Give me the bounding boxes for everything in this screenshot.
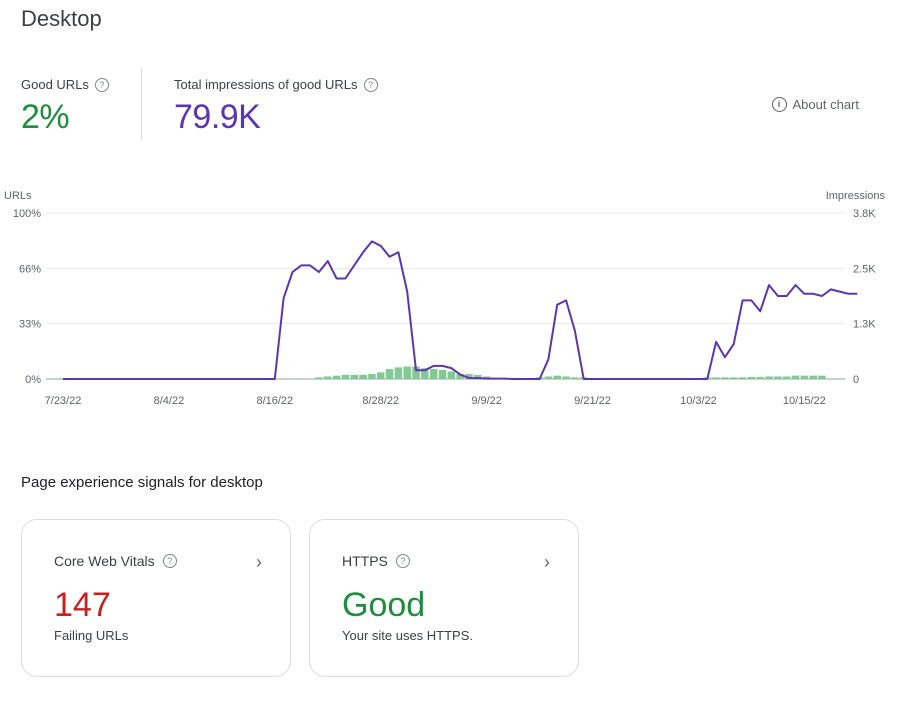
x-tick-label: 8/4/22	[154, 395, 185, 407]
metric-divider	[141, 68, 142, 140]
x-tick-label: 9/9/22	[471, 395, 502, 407]
chevron-right-icon: ›	[544, 552, 550, 572]
bar	[553, 375, 561, 379]
y-tick-label-left: 0%	[25, 374, 41, 386]
bar	[341, 374, 350, 379]
bar	[385, 369, 394, 379]
bar	[721, 377, 729, 379]
about-chart-label: About chart	[792, 97, 860, 112]
help-icon[interactable]: ?	[162, 554, 177, 568]
card-title: Core Web Vitals	[54, 553, 155, 569]
x-tick-label: 10/15/22	[783, 395, 826, 407]
bar	[774, 376, 782, 379]
help-icon[interactable]: ?	[94, 77, 109, 92]
bar	[447, 371, 456, 379]
bar	[376, 372, 385, 379]
bar	[394, 367, 403, 379]
y-axis-right-title: Impressions	[826, 190, 886, 202]
bar	[315, 377, 323, 379]
card-subtitle: Your site uses HTTPS.	[342, 628, 474, 643]
bar	[350, 374, 358, 379]
help-icon[interactable]: ?	[395, 554, 410, 568]
good-urls-label: Good URLs	[21, 77, 89, 92]
chevron-right-icon: ›	[256, 552, 262, 572]
bar	[818, 375, 826, 379]
bar	[738, 377, 747, 379]
card-value: Good	[342, 586, 426, 624]
good-urls-metric: Good URLs ? 2%	[21, 77, 109, 137]
bar	[765, 376, 773, 379]
card-subtitle: Failing URLs	[54, 628, 129, 643]
x-tick-label: 8/16/22	[256, 395, 293, 407]
section-title: Page experience signals for desktop	[21, 474, 263, 491]
y-tick-label-left: 100%	[13, 208, 41, 220]
x-tick-label: 10/3/22	[680, 395, 717, 407]
bar	[359, 374, 367, 379]
card-title: HTTPS	[342, 553, 388, 569]
bar	[324, 376, 332, 379]
x-tick-label: 9/21/22	[574, 395, 611, 407]
about-chart-button[interactable]: i About chart	[771, 97, 860, 112]
https-card[interactable]: HTTPS ? › Good Your site uses HTTPS.	[309, 519, 579, 677]
bar	[544, 376, 553, 379]
bar	[368, 374, 376, 379]
bar	[729, 377, 738, 379]
y-tick-label-right: 3.8K	[853, 208, 876, 220]
core-web-vitals-card[interactable]: Core Web Vitals ? › 147 Failing URLs	[21, 519, 291, 677]
card-value: 147	[54, 586, 111, 624]
performance-chart: URLs Impressions 100% 3.8K 66% 2.5K 33% 1.3K 0% 0…	[4, 190, 886, 407]
bar	[571, 377, 579, 379]
impressions-value: 79.9K	[174, 98, 261, 136]
y-tick-label-right: 1.3K	[853, 319, 876, 331]
page-title: Desktop	[21, 6, 102, 31]
bar	[403, 366, 411, 379]
bar	[712, 377, 720, 379]
impressions-metric: Total impressions of good URLs ? 79.9K	[174, 77, 378, 137]
y-tick-label-left: 66%	[19, 263, 41, 275]
y-tick-label-left: 33%	[19, 319, 41, 331]
good-urls-value: 2%	[21, 98, 70, 136]
bar	[791, 375, 800, 379]
impressions-line	[63, 240, 858, 380]
bar	[438, 369, 447, 379]
bar	[782, 376, 791, 379]
x-tick-label: 8/28/22	[362, 395, 399, 407]
bar	[756, 377, 764, 379]
bar	[429, 369, 438, 379]
y-axis-left-title: URLs	[4, 190, 32, 202]
impressions-label: Total impressions of good URLs	[174, 77, 358, 92]
info-icon: i	[771, 97, 787, 112]
bar	[800, 375, 809, 379]
bar	[332, 375, 341, 379]
y-tick-label-right: 0	[853, 374, 859, 386]
x-tick-label: 7/23/22	[45, 395, 82, 407]
bar	[809, 375, 817, 379]
bar	[747, 377, 756, 379]
y-tick-label-right: 2.5K	[853, 263, 876, 275]
bar	[562, 376, 570, 379]
help-icon[interactable]: ?	[363, 77, 378, 92]
